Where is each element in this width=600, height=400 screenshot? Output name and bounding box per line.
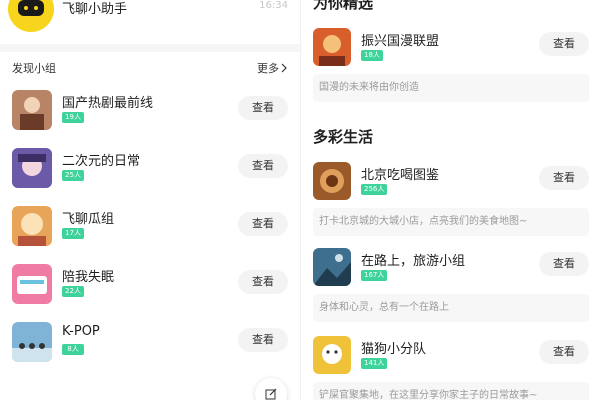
group-row[interactable]: 二次元的日常 25人 查看: [12, 148, 288, 192]
member-count-badge: 17人: [62, 228, 84, 239]
group-name: 二次元的日常: [62, 154, 141, 169]
group-thumbnail: [313, 162, 351, 200]
group-thumbnail: [12, 148, 52, 188]
group-row[interactable]: 陪我失眠 22人 查看: [12, 264, 288, 308]
group-description: 打卡北京城的大城小店，点亮我们的美食地图~: [313, 208, 589, 236]
member-count-badge: 22人: [62, 286, 84, 297]
member-count-badge: 19人: [62, 112, 84, 123]
group-name: 飞聊瓜组: [62, 212, 115, 227]
more-link[interactable]: 更多: [257, 60, 288, 76]
edit-icon: [265, 388, 277, 400]
view-button[interactable]: 查看: [539, 340, 589, 364]
group-name: 陪我失眠: [62, 270, 115, 285]
member-count-badge: 167人: [361, 270, 388, 281]
compose-button[interactable]: [255, 378, 287, 400]
assistant-avatar: [8, 0, 54, 32]
member-count-badge: 18人: [361, 50, 383, 61]
member-count-badge: 141人: [361, 358, 388, 369]
group-thumbnail: [313, 248, 351, 286]
view-button[interactable]: 查看: [238, 328, 288, 352]
chat-bubble-icon: [18, 0, 44, 16]
chevron-right-icon: [281, 63, 287, 73]
group-row[interactable]: 飞聊瓜组 17人 查看: [12, 206, 288, 250]
more-label: 更多: [257, 62, 279, 75]
group-thumbnail: [12, 206, 52, 246]
group-description: 身体和心灵，总有一个在路上: [313, 294, 589, 322]
member-count-badge: 256人: [361, 184, 388, 195]
member-count-badge: 8人: [62, 344, 84, 355]
view-button[interactable]: 查看: [539, 32, 589, 56]
view-button[interactable]: 查看: [238, 270, 288, 294]
group-description: 铲屎官聚集地，在这里分享你家主子的日常故事~: [313, 382, 589, 400]
life-title: 多彩生活: [313, 128, 374, 146]
group-thumbnail: [313, 28, 351, 66]
view-button[interactable]: 查看: [539, 166, 589, 190]
view-button[interactable]: 查看: [238, 212, 288, 236]
group-row[interactable]: 国产热剧最前线 19人 查看: [12, 90, 288, 134]
group-name: 国产热剧最前线: [62, 96, 154, 111]
view-button[interactable]: 查看: [238, 96, 288, 120]
left-panel: 飞聊小助手 16:34 发现小组 更多 国产热剧最前线 19人 查看 二次元的日…: [0, 0, 300, 400]
view-button[interactable]: 查看: [238, 154, 288, 178]
group-thumbnail: [313, 336, 351, 374]
discover-section-header: 发现小组 更多: [12, 60, 288, 76]
assistant-chat-row[interactable]: 飞聊小助手 16:34: [0, 0, 300, 44]
assistant-time: 16:34: [259, 0, 288, 11]
group-name: 猫狗小分队: [361, 342, 427, 357]
group-name: 北京吃喝图鉴: [361, 168, 440, 183]
group-thumbnail: [12, 322, 52, 362]
group-thumbnail: [12, 264, 52, 304]
assistant-name: 飞聊小助手: [62, 2, 128, 17]
member-count-badge: 25人: [62, 170, 84, 181]
view-button[interactable]: 查看: [539, 252, 589, 276]
right-panel: 为你精选 振兴国漫联盟 18人 查看 国漫的未来将由你创造 多彩生活 北京吃喝图…: [301, 0, 600, 400]
group-thumbnail: [12, 90, 52, 130]
group-name: 在路上，旅游小组: [361, 254, 466, 269]
group-name: 振兴国漫联盟: [361, 34, 440, 49]
section-separator: [0, 44, 300, 52]
group-description: 国漫的未来将由你创造: [313, 74, 589, 102]
featured-title: 为你精选: [313, 0, 374, 12]
group-name: K-POP: [62, 324, 100, 339]
group-row[interactable]: K-POP 8人 查看: [12, 322, 288, 366]
discover-title: 发现小组: [12, 62, 56, 75]
